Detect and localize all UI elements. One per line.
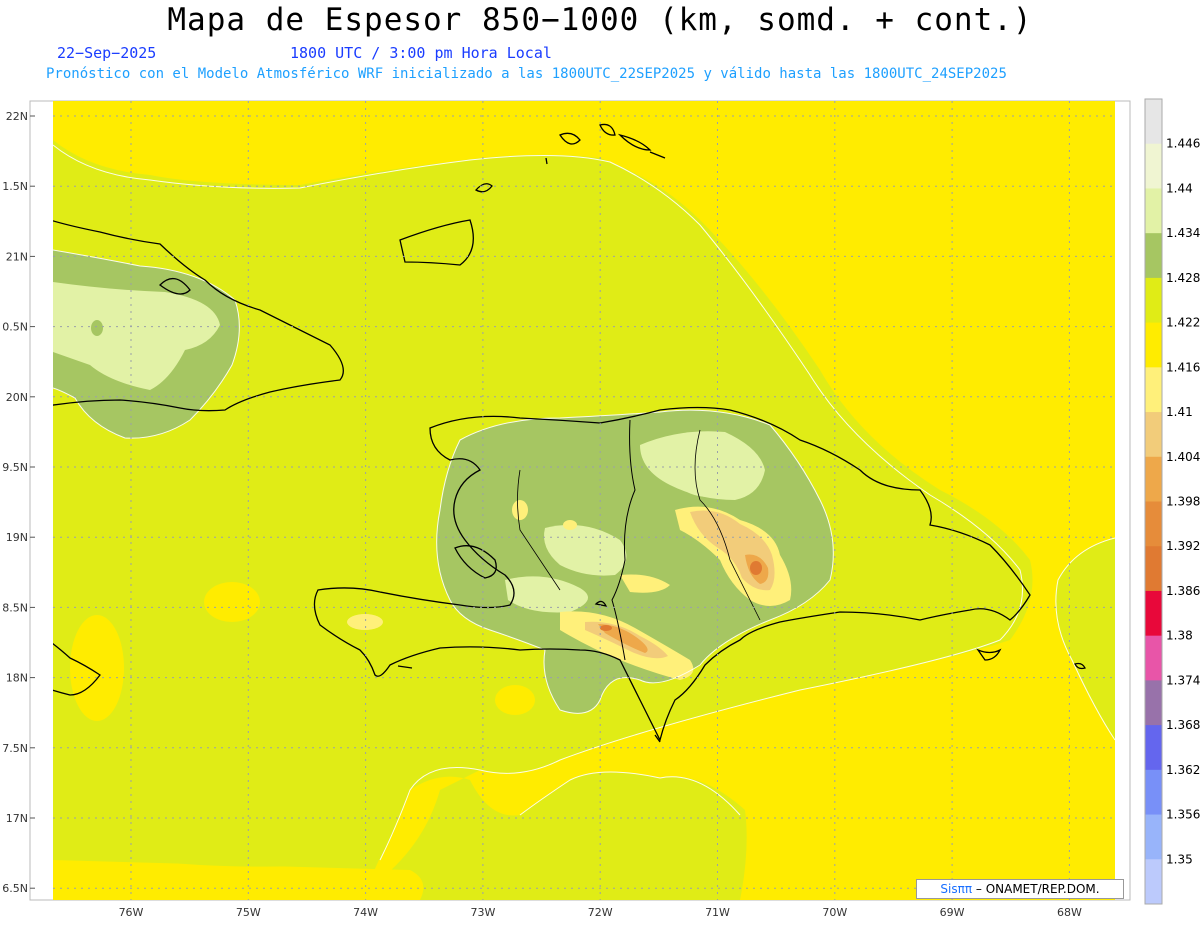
credit-brand: Sisππ xyxy=(940,882,973,896)
colorbar-swatch xyxy=(1145,635,1162,681)
colorbar-swatch xyxy=(1145,188,1162,234)
thickness-darkorange-peak xyxy=(600,625,612,631)
lat-label: 1.5N xyxy=(2,180,28,193)
lon-label: 69W xyxy=(940,906,965,919)
thickness-lightyellow-patch xyxy=(512,500,528,520)
thickness-darkorange-peak xyxy=(750,561,762,575)
colorbar-label: 1.368 xyxy=(1166,718,1200,732)
colorbar-label: 1.416 xyxy=(1166,360,1200,374)
thickness-map: 22N 1.5N 21N 0.5N 20N 9.5N 19N 8.5N 18N 7.5N 17N 6.… xyxy=(2,98,1200,919)
forecast-time: 1800 UTC / 3:00 pm Hora Local xyxy=(290,44,552,62)
colorbar-swatch xyxy=(1145,233,1162,279)
colorbar-swatch xyxy=(1145,680,1162,726)
colorbar-label: 1.434 xyxy=(1166,226,1200,240)
lat-label: 7.5N xyxy=(2,742,28,755)
colorbar-swatch xyxy=(1145,367,1162,413)
colorbar-label: 1.362 xyxy=(1166,763,1200,777)
colorbar-swatch xyxy=(1145,769,1162,816)
colorbar-label: 1.422 xyxy=(1166,316,1200,330)
colorbar-label: 1.398 xyxy=(1166,495,1200,509)
lat-label: 22N xyxy=(6,110,28,123)
lat-label: 6.5N xyxy=(2,882,28,895)
colorbar-swatch xyxy=(1145,859,1162,905)
forecast-date: 22−Sep−2025 xyxy=(57,44,157,62)
colorbar-label: 1.392 xyxy=(1166,539,1200,553)
colorbar-swatch xyxy=(1145,456,1162,502)
credit-box: Sisππ – ONAMET/REP.DOM. xyxy=(916,879,1124,899)
forecast-description: Pronóstico con el Modelo Atmosférico WRF… xyxy=(46,66,1007,82)
lat-label: 21N xyxy=(6,250,28,263)
colorbar-swatch xyxy=(1145,277,1162,324)
lat-label: 19N xyxy=(6,531,28,544)
colorbar-swatch xyxy=(1145,590,1162,637)
lon-label: 74W xyxy=(353,906,378,919)
colorbar-label: 1.446 xyxy=(1166,137,1200,151)
colorbar-swatch xyxy=(1145,725,1162,771)
colorbar-label: 1.386 xyxy=(1166,584,1200,598)
thickness-palegreen-patch xyxy=(682,473,738,497)
lon-label: 72W xyxy=(588,906,613,919)
lat-label: 9.5N xyxy=(2,461,28,474)
colorbar-swatch xyxy=(1145,143,1162,189)
colorbar-swatch xyxy=(1145,322,1162,368)
colorbar-swatch xyxy=(1145,546,1162,592)
longitude-labels: 76W 75W 74W 73W 72W 71W 70W 69W 68W xyxy=(119,906,1082,919)
thickness-yellow-patch xyxy=(70,615,124,721)
colorbar-label: 1.41 xyxy=(1166,405,1193,419)
thickness-green-patch xyxy=(91,320,103,336)
lon-label: 73W xyxy=(470,906,495,919)
lat-label: 17N xyxy=(6,812,28,825)
lat-label: 0.5N xyxy=(2,321,28,334)
thickness-yellow-patch xyxy=(495,685,535,715)
colorbar-label: 1.356 xyxy=(1166,808,1200,822)
colorbar-label: 1.404 xyxy=(1166,450,1200,464)
colorbar-label: 1.374 xyxy=(1166,673,1200,687)
colorbar-label: 1.38 xyxy=(1166,629,1193,643)
lat-label: 8.5N xyxy=(2,601,28,614)
lon-label: 68W xyxy=(1057,906,1082,919)
colorbar-label: 1.44 xyxy=(1166,181,1193,195)
colorbar-swatch xyxy=(1145,99,1162,145)
credit-text: – ONAMET/REP.DOM. xyxy=(975,882,1100,896)
colorbar-swatch xyxy=(1145,501,1162,547)
map-area xyxy=(53,101,1115,900)
colorbar-swatch xyxy=(1145,412,1162,458)
colorbar-label: 1.35 xyxy=(1166,852,1193,866)
lon-label: 75W xyxy=(236,906,261,919)
lon-label: 76W xyxy=(119,906,144,919)
lon-label: 71W xyxy=(705,906,730,919)
colorbar-swatch xyxy=(1145,814,1162,860)
lat-label: 18N xyxy=(6,672,28,685)
lat-label: 20N xyxy=(6,391,28,404)
thickness-lightyellow-patch xyxy=(347,614,383,630)
colorbar: 1.446 1.44 1.434 1.428 1.422 1.416 1.41 1.404 1.… xyxy=(1144,98,1200,905)
thickness-lightyellow-patch xyxy=(563,520,577,530)
colorbar-label: 1.428 xyxy=(1166,271,1200,285)
lon-label: 70W xyxy=(822,906,847,919)
map-title: Mapa de Espesor 850−1000 (km, somd. + co… xyxy=(167,2,1033,38)
thickness-yellow-patch xyxy=(204,582,260,622)
